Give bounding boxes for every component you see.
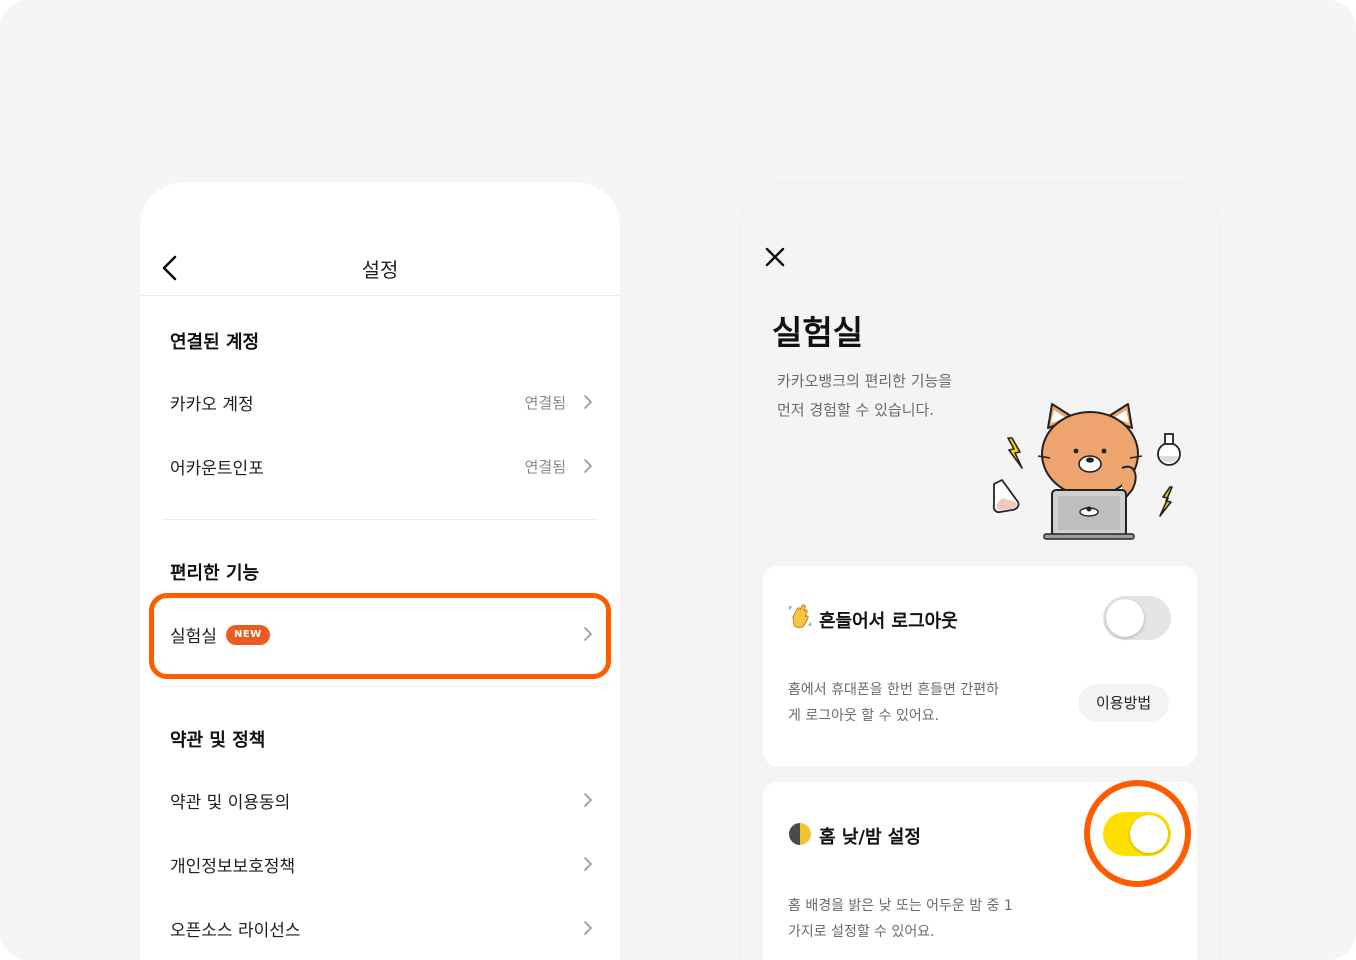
home-day-night-toggle[interactable] [1103,812,1171,856]
toggle-knob [1106,599,1144,637]
row-label: 실험실 [170,627,217,647]
waving-hand-icon [788,604,812,628]
row-lab[interactable]: 실험실 NEW [140,606,620,662]
new-badge: NEW [226,625,270,645]
row-label: 오픈소스 라이선스 [170,921,301,941]
row-open-source-license[interactable]: 오픈소스 라이선스 [140,900,620,956]
row-kakao-account[interactable]: 카카오 계정 연결됨 [140,374,620,430]
section-divider [162,686,598,687]
chevron-right-icon [584,395,592,409]
row-label: 약관 및 이용동의 [170,793,291,813]
mascot-scientist-illustration [992,403,1181,540]
how-to-use-button[interactable]: 이용방법 [1078,684,1170,722]
toggle-knob [1130,815,1168,853]
row-label: 어카운트인포 [170,459,264,479]
feature-description: 홈 배경을 밝은 낮 또는 어두운 밤 중 1 가지로 설정할 수 있어요. [788,893,1058,945]
feature-card-home-day-night: 홈 낮/밤 설정 홈 배경을 밝은 낮 또는 어두운 밤 중 1 가지로 설정할… [763,782,1197,960]
settings-screen: 설정 연결된 계정 카카오 계정 연결됨 어카운트인포 연결됨 편리한 기능 실… [140,182,620,960]
feature-description-line: 홈에서 휴대폰을 한번 흔들면 간편하 [788,682,999,698]
row-label: 카카오 계정 [170,395,254,415]
chevron-right-icon [584,857,592,871]
chevron-right-icon [584,459,592,473]
feature-title: 흔들어서 로그아웃 [819,611,958,632]
feature-title: 홈 낮/밤 설정 [819,827,921,848]
row-terms[interactable]: 약관 및 이용동의 [140,772,620,828]
section-title-policies: 약관 및 정책 [170,730,266,751]
lab-description-line: 카카오뱅크의 편리한 기능을 [777,372,953,390]
row-account-info[interactable]: 어카운트인포 연결됨 [140,438,620,494]
chevron-right-icon [584,793,592,807]
section-title-features: 편리한 기능 [170,563,260,584]
feature-description-line: 가지로 설정할 수 있어요. [788,924,935,940]
half-moon-icon [789,823,811,845]
feature-description-line: 게 로그아웃 할 수 있어요. [788,708,940,724]
settings-nav-bar: 설정 [140,182,620,296]
row-status-value: 연결됨 [524,458,566,476]
row-privacy-policy[interactable]: 개인정보보호정책 [140,836,620,892]
row-label: 개인정보보호정책 [170,857,296,877]
shake-logout-toggle[interactable] [1103,596,1171,640]
feature-card-shake-logout: 흔들어서 로그아웃 홈에서 휴대폰을 한번 흔들면 간편하 게 로그아웃 할 수… [763,566,1197,766]
chevron-right-icon [584,921,592,935]
feature-description-line: 홈 배경을 밝은 낮 또는 어두운 밤 중 1 [788,898,1013,914]
close-icon[interactable] [762,244,788,270]
row-status-value: 연결됨 [524,394,566,412]
page-title: 설정 [361,258,399,282]
screenshot-canvas: 설정 연결된 계정 카카오 계정 연결됨 어카운트인포 연결됨 편리한 기능 실… [0,0,1356,960]
lab-screen: 실험실 카카오뱅크의 편리한 기능을 먼저 경험할 수 있습니다. 흔들어서 로… [740,182,1220,960]
lab-title: 실험실 [772,313,864,352]
feature-description: 홈에서 휴대폰을 한번 흔들면 간편하 게 로그아웃 할 수 있어요. [788,677,1038,729]
section-divider [162,519,598,520]
chevron-right-icon [584,627,592,641]
section-title-accounts: 연결된 계정 [170,332,260,353]
